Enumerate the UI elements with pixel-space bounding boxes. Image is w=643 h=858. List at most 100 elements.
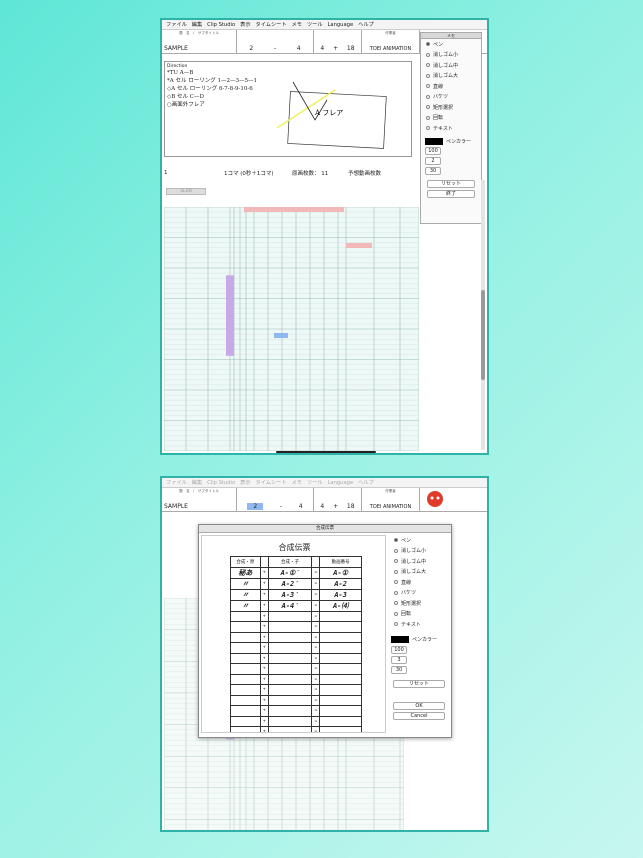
keyframe-count: 原画枚数： 11 <box>292 170 329 177</box>
slip-cell <box>267 705 313 717</box>
direction-memo[interactable]: Direction *TU A—B *A セル ローリング 1—2—3—5—1 … <box>164 61 412 157</box>
menu-edit[interactable]: 編集 <box>192 479 202 486</box>
radio-icon[interactable] <box>426 52 430 57</box>
zoom-stepper[interactable]: 30 <box>391 665 407 674</box>
finish-button[interactable]: 終了 <box>427 189 475 198</box>
slip-canvas[interactable]: 合成伝票 合成・原 合成・子 動画番号 秘あ + A-①′ = A-① 〃 + A-2′ = A-… <box>201 535 386 733</box>
menu-memo[interactable]: メモ <box>292 479 302 486</box>
cancel-button[interactable]: Cancel <box>393 711 445 720</box>
tool-option[interactable]: 消しゴム小 <box>389 546 449 557</box>
vertical-scrollbar[interactable] <box>481 180 485 450</box>
pen-color-row[interactable]: ペンカラー <box>425 137 481 145</box>
radio-icon[interactable] <box>394 538 398 543</box>
tool-option[interactable]: 消しゴム中 <box>389 556 449 567</box>
radio-icon[interactable] <box>394 590 398 595</box>
tool-option[interactable]: ペン <box>421 39 481 50</box>
reset-button[interactable]: リセット <box>393 679 445 688</box>
tool-option[interactable]: 消しゴム大 <box>389 567 449 578</box>
slip-cell: = <box>311 588 321 601</box>
scene-value-selected[interactable]: 2 <box>247 503 264 510</box>
slip-cell <box>319 663 362 675</box>
menu-clip-studio[interactable]: Clip Studio <box>207 480 235 486</box>
pen-color-row[interactable]: ペンカラー <box>391 635 449 643</box>
slip-cell: = <box>311 621 321 633</box>
menu-tools[interactable]: ツール <box>307 479 323 486</box>
menu-memo[interactable]: メモ <box>292 21 302 28</box>
slip-cell <box>319 621 362 633</box>
menu-timesheet[interactable]: タイムシート <box>256 479 287 486</box>
menu-file[interactable]: ファイル <box>166 479 187 486</box>
tool-option[interactable]: 消しゴム小 <box>421 50 481 61</box>
tool-option[interactable]: ペン <box>389 535 449 546</box>
menu-language[interactable]: Language <box>328 22 354 28</box>
radio-icon[interactable] <box>426 73 430 78</box>
radio-icon[interactable] <box>426 105 430 110</box>
menu-help[interactable]: ヘルプ <box>358 21 374 28</box>
size-stepper[interactable]: 2 <box>425 156 441 165</box>
title-field[interactable]: 題 名 / サブタイトル SAMPLE <box>162 488 237 511</box>
timesheet-grid[interactable] <box>163 206 420 452</box>
menu-language[interactable]: Language <box>328 480 354 486</box>
radio-icon[interactable] <box>426 84 430 89</box>
slip-cell <box>230 642 261 654</box>
radio-icon[interactable] <box>426 115 430 120</box>
slip-cell: + <box>259 726 269 732</box>
pen-color-swatch[interactable] <box>425 137 443 145</box>
tool-label: 消しゴム小 <box>401 548 427 555</box>
tool-option[interactable]: 回転 <box>421 113 481 124</box>
studio-field: 作業者 TOEI ANIMATION <box>362 30 420 53</box>
menu-file[interactable]: ファイル <box>166 21 187 28</box>
radio-icon[interactable] <box>394 559 398 564</box>
tool-option[interactable]: 矩形選択 <box>421 102 481 113</box>
radio-icon[interactable] <box>394 622 398 627</box>
tool-option[interactable]: 直線 <box>421 81 481 92</box>
sheet-header: 題 名 / サブタイトル SAMPLE 2 - 4 4 + 18 作業者 TOE… <box>162 488 487 512</box>
tool-option[interactable]: 矩形選択 <box>389 598 449 609</box>
opacity-stepper[interactable]: 100 <box>391 645 407 654</box>
scene-cut-field[interactable]: 2 - 4 <box>237 30 314 53</box>
sheets-field[interactable]: 4 + 18 <box>314 488 362 511</box>
menu-edit[interactable]: 編集 <box>192 21 202 28</box>
sheet-tab[interactable]: SLEN <box>166 188 206 195</box>
menu-view[interactable]: 表示 <box>240 21 250 28</box>
menu-tools[interactable]: ツール <box>307 21 323 28</box>
tool-option[interactable]: 消しゴム大 <box>421 71 481 82</box>
zoom-stepper[interactable]: 30 <box>425 166 441 175</box>
menu-bar: ファイル 編集 Clip Studio 表示 タイムシート メモ ツール Lan… <box>162 478 487 488</box>
tool-option[interactable]: 回転 <box>389 609 449 620</box>
menu-timesheet[interactable]: タイムシート <box>256 21 287 28</box>
composite-slip-dialog: 合成伝票 合成伝票 合成・原 合成・子 動画番号 秘あ + A-①′ = A-① 〃 + A-… <box>198 524 452 738</box>
radio-icon[interactable] <box>426 94 430 99</box>
radio-icon[interactable] <box>394 569 398 574</box>
tool-option[interactable]: バケツ <box>389 588 449 599</box>
tool-option[interactable]: テキスト <box>389 619 449 630</box>
scene-cut-field[interactable]: 2 - 4 <box>237 488 314 511</box>
radio-icon[interactable] <box>426 63 430 68</box>
menu-view[interactable]: 表示 <box>240 479 250 486</box>
reset-button[interactable]: リセット <box>427 179 475 188</box>
menu-clip-studio[interactable]: Clip Studio <box>207 22 235 28</box>
tool-option[interactable]: テキスト <box>421 123 481 134</box>
size-stepper[interactable]: 3 <box>391 655 407 664</box>
tool-option[interactable]: 直線 <box>389 577 449 588</box>
radio-icon[interactable] <box>394 611 398 616</box>
tool-option[interactable]: バケツ <box>421 92 481 103</box>
scrollbar-thumb[interactable] <box>481 290 485 380</box>
radio-icon[interactable] <box>394 580 398 585</box>
ok-button[interactable]: OK <box>393 701 445 710</box>
tool-option[interactable]: 消しゴム中 <box>421 60 481 71</box>
radio-icon[interactable] <box>394 601 398 606</box>
title-field[interactable]: 題 名 / サブタイトル SAMPLE <box>162 30 237 53</box>
tool-label: 消しゴム中 <box>401 558 427 565</box>
radio-icon[interactable] <box>426 42 430 47</box>
cam-highlight <box>346 243 372 248</box>
radio-icon[interactable] <box>394 548 398 553</box>
radio-icon[interactable] <box>426 126 430 131</box>
slip-cell: = <box>311 673 321 685</box>
opacity-stepper[interactable]: 100 <box>425 146 441 155</box>
pen-color-swatch[interactable] <box>391 635 409 643</box>
slip-cell <box>267 663 313 675</box>
frame-duration: 1コマ (0秒＋1コマ) <box>224 170 274 177</box>
sheets-field[interactable]: 4 + 18 <box>314 30 362 53</box>
menu-help[interactable]: ヘルプ <box>358 479 374 486</box>
